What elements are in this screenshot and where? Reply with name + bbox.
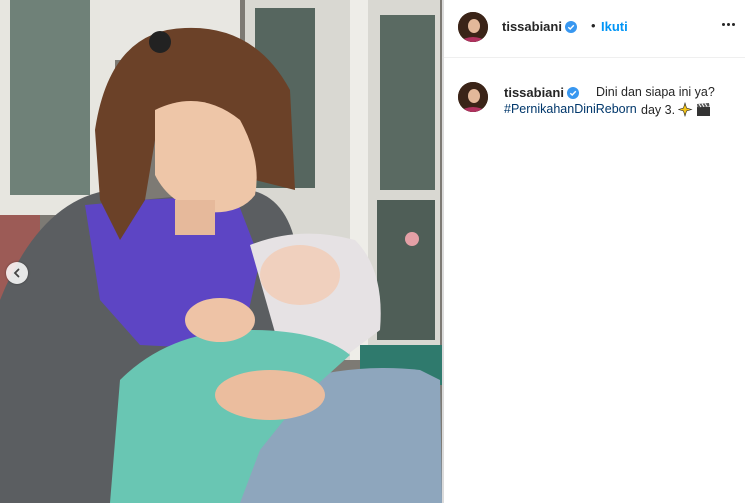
username-text[interactable]: tissabiani: [504, 85, 564, 100]
post-side-panel: tissabiani • Ikuti tissabiani Dini dan s…: [444, 0, 745, 503]
verified-icon: [566, 87, 579, 99]
hashtag-link[interactable]: #PernikahanDiniReborn: [504, 102, 637, 116]
carousel-prev-button[interactable]: [6, 262, 28, 284]
sparkles-icon: [678, 102, 693, 117]
username-text[interactable]: tissabiani: [502, 19, 562, 34]
clapper-board-icon: [697, 103, 711, 116]
follow-button[interactable]: Ikuti: [601, 19, 628, 34]
caption-username[interactable]: tissabiani: [504, 85, 579, 100]
caption-tail-text: day 3.: [641, 103, 676, 117]
caption-text: Dini dan siapa ini ya?: [596, 85, 715, 99]
chevron-left-icon: [13, 268, 20, 278]
verified-icon: [564, 21, 577, 33]
post-image: [0, 0, 442, 503]
avatar[interactable]: [458, 12, 488, 42]
post-header: tissabiani • Ikuti: [444, 0, 745, 58]
caption-tail: day 3.: [641, 102, 711, 117]
more-options-icon[interactable]: [718, 14, 738, 34]
avatar[interactable]: [458, 82, 488, 112]
post-photo[interactable]: [0, 0, 442, 503]
header-username[interactable]: tissabiani: [502, 19, 577, 34]
separator-dot: •: [591, 18, 596, 33]
